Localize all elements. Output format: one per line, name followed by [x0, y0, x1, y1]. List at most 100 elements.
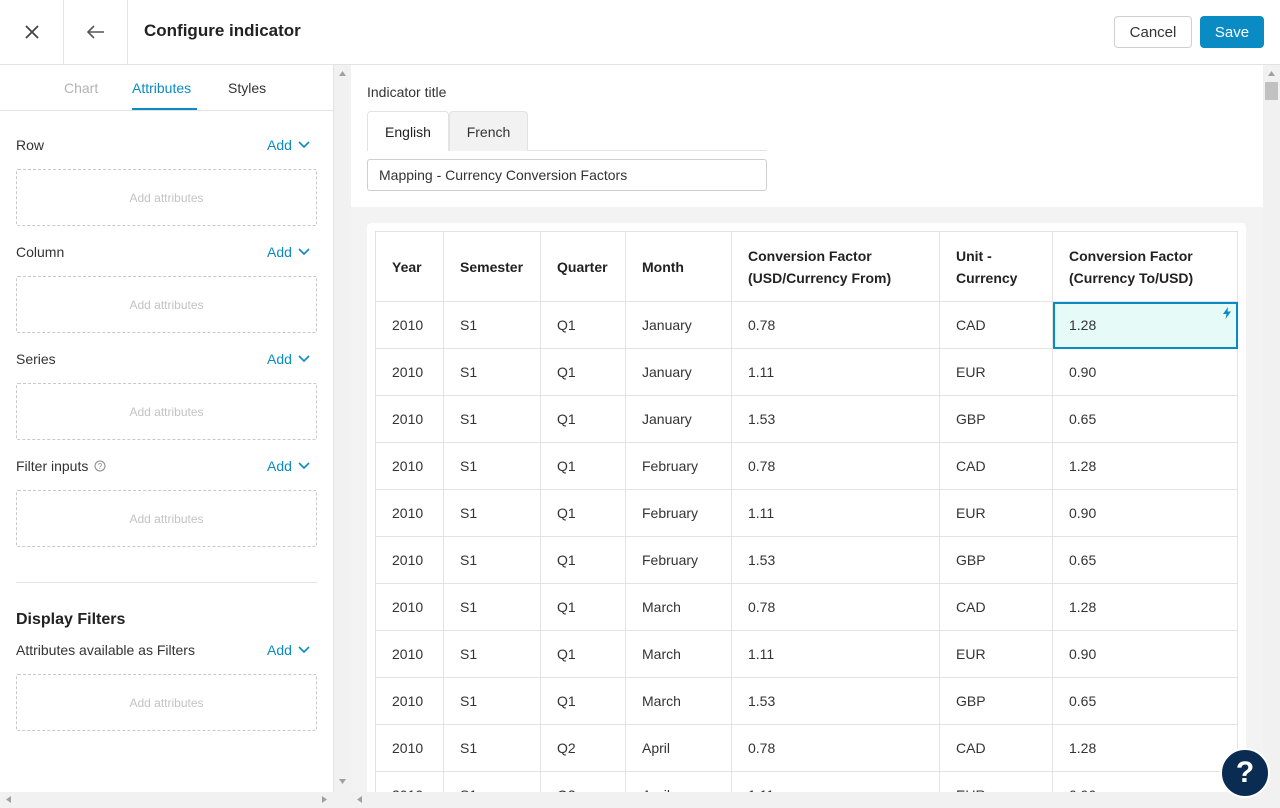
table-cell[interactable]: 0.90: [1052, 348, 1238, 396]
tab-styles[interactable]: Styles: [228, 80, 266, 96]
table-cell[interactable]: 1.11: [731, 489, 940, 537]
table-cell[interactable]: CAD: [939, 442, 1053, 490]
table-cell[interactable]: 0.65: [1052, 677, 1238, 725]
table-row[interactable]: 2010 S1 Q1 January 1.11 EUR 0.90: [375, 348, 1238, 396]
table-cell[interactable]: EUR: [939, 489, 1053, 537]
table-cell[interactable]: 2010: [375, 630, 444, 678]
table-cell[interactable]: EUR: [939, 771, 1053, 792]
scroll-up-icon[interactable]: [339, 71, 346, 76]
table-cell[interactable]: January: [625, 395, 732, 443]
add-display-filter-button[interactable]: Add: [267, 642, 310, 658]
column-header[interactable]: Conversion Factor (Currency To/USD): [1052, 231, 1238, 302]
help-circle-icon[interactable]: ?: [94, 460, 106, 472]
table-cell[interactable]: 1.11: [731, 630, 940, 678]
main-horizontal-scrollbar[interactable]: [351, 792, 1280, 808]
table-cell[interactable]: Q1: [540, 301, 626, 349]
scroll-down-icon[interactable]: [339, 779, 346, 784]
row-drop-zone[interactable]: Add attributes: [16, 169, 317, 226]
table-cell[interactable]: 2010: [375, 771, 444, 792]
table-cell[interactable]: S1: [443, 395, 541, 443]
table-cell[interactable]: February: [625, 442, 732, 490]
table-row[interactable]: 2010 S1 Q1 February 1.11 EUR 0.90: [375, 489, 1238, 537]
save-button[interactable]: Save: [1200, 16, 1264, 48]
table-cell[interactable]: 0.78: [731, 583, 940, 631]
table-row[interactable]: 2010 S1 Q2 April 0.78 CAD 1.28: [375, 724, 1238, 772]
table-cell[interactable]: S1: [443, 583, 541, 631]
table-cell[interactable]: 2010: [375, 489, 444, 537]
column-header[interactable]: Unit - Currency: [939, 231, 1053, 302]
table-cell[interactable]: 2010: [375, 536, 444, 584]
table-cell[interactable]: EUR: [939, 348, 1053, 396]
table-cell[interactable]: 0.78: [731, 724, 940, 772]
table-cell[interactable]: S1: [443, 489, 541, 537]
table-cell[interactable]: April: [625, 724, 732, 772]
table-row[interactable]: 2010 S1 Q1 March 1.11 EUR 0.90: [375, 630, 1238, 678]
scrollbar-thumb[interactable]: [1265, 82, 1278, 100]
table-cell[interactable]: March: [625, 583, 732, 631]
table-cell[interactable]: Q1: [540, 630, 626, 678]
table-cell[interactable]: March: [625, 630, 732, 678]
table-cell[interactable]: 1.53: [731, 536, 940, 584]
selected-table-cell[interactable]: 1.28: [1052, 301, 1238, 349]
tab-french[interactable]: French: [449, 111, 528, 151]
table-cell[interactable]: 2010: [375, 724, 444, 772]
table-cell[interactable]: 1.53: [731, 677, 940, 725]
table-cell[interactable]: Q1: [540, 583, 626, 631]
table-cell[interactable]: January: [625, 348, 732, 396]
tab-chart[interactable]: Chart: [64, 80, 98, 96]
table-cell[interactable]: 1.11: [731, 771, 940, 792]
table-cell[interactable]: 2010: [375, 442, 444, 490]
help-button[interactable]: ?: [1220, 748, 1270, 798]
table-cell[interactable]: 2010: [375, 677, 444, 725]
table-cell[interactable]: CAD: [939, 301, 1053, 349]
table-cell[interactable]: 0.78: [731, 442, 940, 490]
column-header[interactable]: Conversion Factor (USD/Currency From): [731, 231, 940, 302]
table-row[interactable]: 2010 S1 Q1 March 0.78 CAD 1.28: [375, 583, 1238, 631]
table-cell[interactable]: 2010: [375, 583, 444, 631]
left-panel-horizontal-scrollbar[interactable]: [0, 792, 351, 808]
table-cell[interactable]: March: [625, 677, 732, 725]
table-cell[interactable]: Q2: [540, 724, 626, 772]
table-cell[interactable]: Q1: [540, 395, 626, 443]
table-cell[interactable]: S1: [443, 442, 541, 490]
table-cell[interactable]: 2010: [375, 348, 444, 396]
table-row[interactable]: 2010 S1 Q1 February 1.53 GBP 0.65: [375, 536, 1238, 584]
scroll-left-icon[interactable]: [6, 796, 11, 803]
column-header[interactable]: Quarter: [540, 231, 626, 302]
column-drop-zone[interactable]: Add attributes: [16, 276, 317, 333]
scroll-left-icon[interactable]: [357, 796, 362, 803]
table-cell[interactable]: S1: [443, 724, 541, 772]
table-cell[interactable]: GBP: [939, 536, 1053, 584]
table-cell[interactable]: Q1: [540, 489, 626, 537]
table-cell[interactable]: 0.78: [731, 301, 940, 349]
table-row[interactable]: 2010 S1 Q1 February 0.78 CAD 1.28: [375, 442, 1238, 490]
main-vertical-scrollbar[interactable]: [1263, 65, 1280, 792]
table-cell[interactable]: February: [625, 536, 732, 584]
left-panel-vertical-scrollbar[interactable]: [334, 65, 351, 792]
table-row[interactable]: 2010 S1 Q1 January 1.53 GBP 0.65: [375, 395, 1238, 443]
table-cell[interactable]: 0.90: [1052, 630, 1238, 678]
table-cell[interactable]: 0.90: [1052, 771, 1238, 792]
table-cell[interactable]: S1: [443, 348, 541, 396]
table-cell[interactable]: April: [625, 771, 732, 792]
table-cell[interactable]: S1: [443, 536, 541, 584]
table-row[interactable]: 2010 S1 Q1 March 1.53 GBP 0.65: [375, 677, 1238, 725]
table-cell[interactable]: Q1: [540, 348, 626, 396]
table-cell[interactable]: 0.65: [1052, 395, 1238, 443]
table-row[interactable]: 2010S1Q2April1.11EUR0.90: [375, 771, 1238, 792]
table-cell[interactable]: CAD: [939, 583, 1053, 631]
table-cell[interactable]: Q1: [540, 442, 626, 490]
table-cell[interactable]: 1.53: [731, 395, 940, 443]
table-cell[interactable]: S1: [443, 677, 541, 725]
table-cell[interactable]: 2010: [375, 395, 444, 443]
tab-attributes[interactable]: Attributes: [132, 80, 191, 96]
add-column-button[interactable]: Add: [267, 244, 310, 260]
column-header[interactable]: Year: [375, 231, 444, 302]
scroll-right-icon[interactable]: [322, 796, 327, 803]
scroll-up-icon[interactable]: [1268, 71, 1275, 76]
add-series-button[interactable]: Add: [267, 351, 310, 367]
table-cell[interactable]: GBP: [939, 677, 1053, 725]
table-cell[interactable]: S1: [443, 630, 541, 678]
table-row[interactable]: 2010 S1 Q1 January 0.78 CAD 1.28: [375, 301, 1238, 349]
column-header[interactable]: Month: [625, 231, 732, 302]
